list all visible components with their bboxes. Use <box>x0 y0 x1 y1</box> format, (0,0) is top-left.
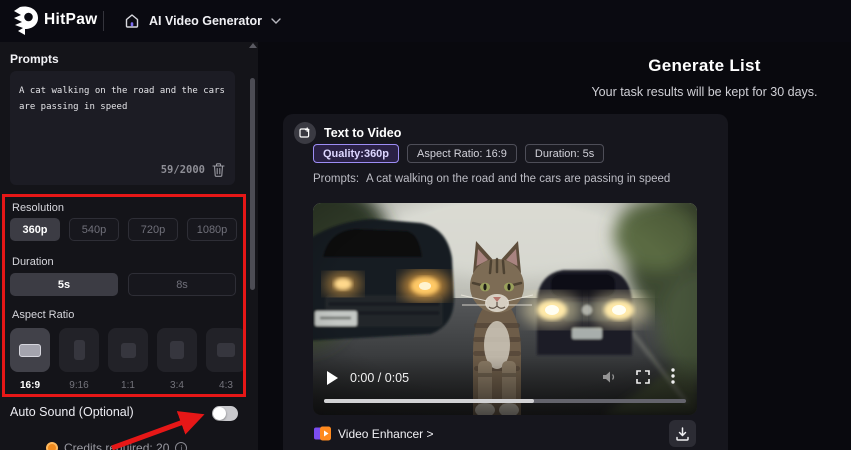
prompts-section-label: Prompts <box>10 52 59 66</box>
video-enhancer-label: Video Enhancer > <box>338 426 434 441</box>
app-switcher[interactable]: AI Video Generator <box>124 0 281 42</box>
aspect-9-16-icon <box>73 340 85 360</box>
chevron-down-icon <box>271 18 281 24</box>
aspect-3-4-label: 3:4 <box>170 380 184 391</box>
video-enhancer-link[interactable]: Video Enhancer > <box>314 426 434 441</box>
video-player[interactable]: 0:00 / 0:05 <box>313 203 697 415</box>
credits-row: Credits required: 20 i <box>46 441 188 450</box>
aspect-9-16-tile[interactable] <box>59 328 99 372</box>
fullscreen-icon[interactable] <box>636 370 650 384</box>
quality-badge: Quality:360p <box>313 144 400 163</box>
duration-5s-button[interactable]: 5s <box>10 273 118 296</box>
video-progress-fill <box>324 399 534 403</box>
task-badges: Quality:360p Aspect Ratio: 16:9 Duration… <box>313 144 605 163</box>
aspect-4-3-icon <box>217 343 235 357</box>
aspect-4-3-label: 4:3 <box>219 380 233 391</box>
settings-sidebar: Prompts A cat walking on the road and th… <box>0 42 258 450</box>
volume-muted-icon[interactable] <box>602 370 618 384</box>
video-time: 0:00 / 0:05 <box>350 371 410 385</box>
resolution-360p-button[interactable]: 360p <box>10 218 60 241</box>
aspect-1-1-tile[interactable] <box>108 328 148 372</box>
top-bar: HitPaw AI Video Generator <box>0 0 851 42</box>
download-button[interactable] <box>669 420 696 447</box>
text-to-video-icon <box>294 122 316 144</box>
task-card: Text to Video Quality:360p Aspect Ratio:… <box>283 114 728 450</box>
page-title: Generate List <box>648 56 761 75</box>
aspect-16-9-tile[interactable] <box>10 328 50 372</box>
task-prompts-line: Prompts: A cat walking on the road and th… <box>313 173 670 185</box>
info-icon[interactable]: i <box>175 442 188 450</box>
kebab-menu-icon[interactable] <box>671 368 675 384</box>
video-progress-bar[interactable] <box>324 399 686 403</box>
auto-sound-toggle[interactable] <box>212 406 238 421</box>
aspect-3-4-tile[interactable] <box>157 328 197 372</box>
trash-icon[interactable] <box>211 162 226 178</box>
duration-8s-button[interactable]: 8s <box>128 273 236 296</box>
resolution-1080p-button[interactable]: 1080p <box>187 218 237 241</box>
aspect-4-3-tile[interactable] <box>206 328 246 372</box>
aspect-ratio-label: Aspect Ratio <box>12 309 75 321</box>
video-enhancer-icon <box>314 426 331 441</box>
video-controls-overlay <box>313 355 697 415</box>
duration-label: Duration <box>12 256 54 268</box>
prompt-text: A cat walking on the road and the cars a… <box>19 86 225 112</box>
app-window: HitPaw AI Video Generator Prompts A cat … <box>0 0 851 450</box>
brand-name: HitPaw <box>44 11 98 28</box>
aspect-16-9-label: 16:9 <box>19 380 40 391</box>
credits-coin-icon <box>46 442 58 450</box>
topbar-divider <box>103 11 104 31</box>
scrollbar-up-arrow[interactable] <box>249 43 257 48</box>
resolution-label: Resolution <box>12 202 64 214</box>
resolution-720p-button[interactable]: 720p <box>128 218 178 241</box>
aspect-9-16-label: 9:16 <box>69 380 89 391</box>
credits-text: Credits required: 20 <box>64 441 170 450</box>
play-icon[interactable] <box>327 371 338 385</box>
aspect-badge: Aspect Ratio: 16:9 <box>407 144 517 163</box>
aspect-3-4-icon <box>170 341 184 359</box>
auto-sound-label: Auto Sound (Optional) <box>10 405 134 419</box>
prompt-textarea[interactable]: A cat walking on the road and the cars a… <box>10 71 235 185</box>
char-counter: 59/2000 <box>160 164 205 176</box>
task-type-label: Text to Video <box>324 126 402 140</box>
aspect-1-1-label: 1:1 <box>121 380 135 391</box>
home-icon <box>125 14 139 28</box>
app-title: AI Video Generator <box>149 14 262 28</box>
page-subtitle: Your task results will be kept for 30 da… <box>591 85 818 99</box>
aspect-16-9-icon <box>19 343 41 357</box>
aspect-1-1-icon <box>120 342 136 358</box>
hitpaw-logo-icon <box>14 6 38 35</box>
resolution-540p-button[interactable]: 540p <box>69 218 119 241</box>
duration-badge: Duration: 5s <box>524 144 605 163</box>
toggle-knob <box>213 407 226 420</box>
task-prompts-text: A cat walking on the road and the cars a… <box>366 173 671 185</box>
download-icon <box>676 426 689 441</box>
task-prompts-label: Prompts: <box>313 173 360 185</box>
scrollbar-thumb[interactable] <box>250 78 255 290</box>
